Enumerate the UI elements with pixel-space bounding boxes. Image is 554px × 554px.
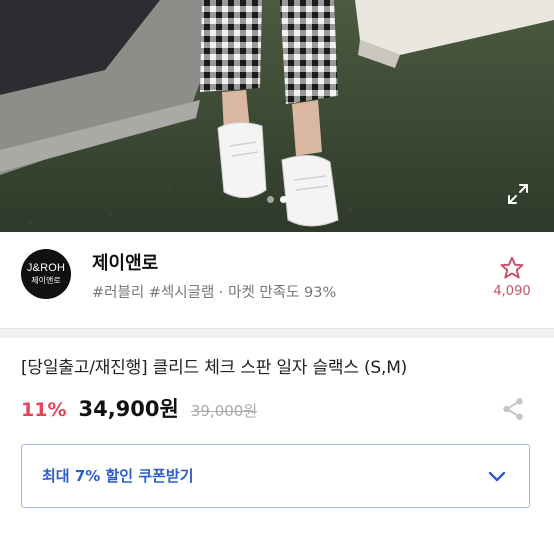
store-logo-subtext: 제이앤로 — [31, 276, 61, 285]
share-button[interactable] — [500, 396, 526, 422]
price-row: 11% 34,900원 39,000원 — [21, 393, 257, 425]
coupon-label: 최대 7% 할인 쿠폰받기 — [42, 467, 194, 485]
carousel-dot-active[interactable] — [280, 196, 287, 203]
star-outline-icon — [500, 256, 524, 279]
sale-price: 34,900원 — [78, 397, 179, 421]
store-section — [0, 232, 554, 328]
carousel-indicator — [0, 196, 554, 203]
product-image[interactable] — [0, 0, 554, 232]
store-logo-text: J&ROH — [26, 262, 66, 274]
favorite-count: 4,090 — [493, 284, 531, 299]
chevron-down-icon — [488, 471, 506, 482]
carousel-dot[interactable] — [267, 196, 274, 203]
coupon-button[interactable]: 최대 7% 할인 쿠폰받기 — [21, 444, 530, 508]
share-icon — [503, 398, 523, 420]
original-price: 39,000원 — [190, 402, 258, 420]
store-tags: #러블리 #섹시글램 · 마켓 만족도 93% — [92, 285, 337, 301]
store-logo[interactable]: J&ROH 제이앤로 — [21, 249, 71, 299]
expand-button[interactable] — [506, 182, 530, 206]
discount-rate: 11% — [21, 399, 67, 421]
favorite-button[interactable]: 4,090 — [488, 255, 536, 305]
store-name[interactable]: 제이앤로 — [92, 253, 158, 275]
section-divider — [0, 328, 554, 338]
expand-icon — [508, 184, 528, 204]
product-title: [당일출고/재진행] 클리드 체크 스판 일자 슬랙스 (S,M) — [21, 358, 408, 378]
